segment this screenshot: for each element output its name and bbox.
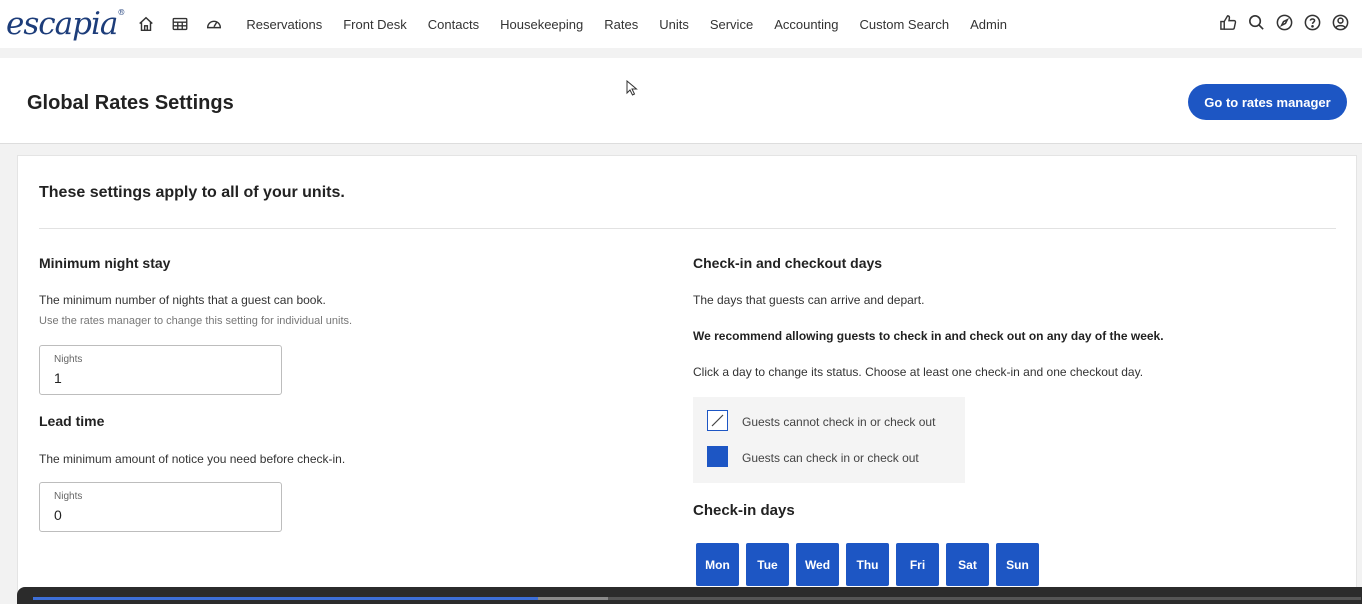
lead-time-title: Lead time (39, 413, 105, 429)
checkin-day-thu[interactable]: Thu (846, 543, 889, 586)
min-nights-label: Nights (54, 354, 83, 365)
video-played-bar (33, 597, 538, 600)
video-progress-track[interactable] (33, 597, 1361, 600)
legend-can-check-in: Guests can check in or check out (742, 451, 919, 465)
checkin-day-fri[interactable]: Fri (896, 543, 939, 586)
nav-rates[interactable]: Rates (604, 17, 638, 32)
min-nights-field[interactable]: Nights (39, 345, 282, 395)
user-icon[interactable] (1330, 12, 1350, 32)
help-icon[interactable] (1302, 12, 1322, 32)
top-navigation: escapia® Reservations Front Desk Contact… (0, 0, 1362, 48)
min-night-stay-desc: The minimum number of nights that a gues… (39, 293, 326, 307)
checkin-recommendation: We recommend allowing guests to check in… (693, 329, 1164, 343)
checkin-day-mon[interactable]: Mon (696, 543, 739, 586)
min-night-stay-note: Use the rates manager to change this set… (39, 315, 353, 327)
lead-time-label: Nights (54, 491, 83, 502)
nav-icon-group (136, 14, 224, 34)
escapia-logo[interactable]: escapia® (6, 5, 125, 42)
nav-right-icons (1218, 12, 1350, 32)
nav-admin[interactable]: Admin (970, 17, 1007, 32)
checkin-day-wed[interactable]: Wed (796, 543, 839, 586)
checkin-days-row: Mon Tue Wed Thu Fri Sat Sun (696, 543, 1039, 586)
main-menu: Reservations Front Desk Contacts Houseke… (246, 17, 1028, 32)
unavailable-day-swatch (707, 410, 728, 431)
nav-front-desk[interactable]: Front Desk (343, 17, 407, 32)
lead-time-desc: The minimum amount of notice you need be… (39, 452, 346, 466)
checkin-days-title: Check-in days (693, 502, 795, 519)
nav-reservations[interactable]: Reservations (246, 17, 322, 32)
settings-card: These settings apply to all of your unit… (17, 155, 1357, 604)
nav-housekeeping[interactable]: Housekeeping (500, 17, 583, 32)
nav-custom-search[interactable]: Custom Search (860, 17, 950, 32)
thumbs-up-icon[interactable] (1218, 12, 1238, 32)
checkin-day-sat[interactable]: Sat (946, 543, 989, 586)
slash-icon (711, 414, 724, 427)
checkin-checkout-title: Check-in and checkout days (693, 255, 883, 271)
logo-registered-mark: ® (117, 7, 125, 17)
home-icon[interactable] (136, 14, 156, 34)
nav-service[interactable]: Service (710, 17, 753, 32)
nav-contacts[interactable]: Contacts (428, 17, 479, 32)
compass-icon[interactable] (1274, 12, 1294, 32)
nav-units[interactable]: Units (659, 17, 689, 32)
settings-intro: These settings apply to all of your unit… (39, 184, 345, 201)
available-day-swatch (707, 446, 728, 467)
calendar-grid-icon[interactable] (170, 14, 190, 34)
page-title: Global Rates Settings (27, 92, 234, 114)
checkin-day-sun[interactable]: Sun (996, 543, 1039, 586)
go-to-rates-manager-button[interactable]: Go to rates manager (1188, 84, 1347, 120)
dashboard-gauge-icon[interactable] (204, 14, 224, 34)
logo-text: escapia (6, 5, 118, 42)
min-night-stay-title: Minimum night stay (39, 255, 171, 271)
legend-cannot-check-in: Guests cannot check in or check out (742, 415, 936, 429)
search-icon[interactable] (1246, 12, 1266, 32)
video-player-bar (17, 587, 1362, 604)
checkin-checkout-desc: The days that guests can arrive and depa… (693, 293, 925, 307)
mouse-cursor-icon (626, 80, 638, 96)
checkin-day-tue[interactable]: Tue (746, 543, 789, 586)
day-status-legend: Guests cannot check in or check out Gues… (693, 397, 965, 483)
lead-time-field[interactable]: Nights (39, 482, 282, 532)
checkin-instruction: Click a day to change its status. Choose… (693, 365, 1144, 379)
nav-accounting[interactable]: Accounting (774, 17, 838, 32)
lead-time-input[interactable] (54, 507, 264, 523)
card-divider (39, 228, 1336, 229)
min-nights-input[interactable] (54, 370, 264, 386)
